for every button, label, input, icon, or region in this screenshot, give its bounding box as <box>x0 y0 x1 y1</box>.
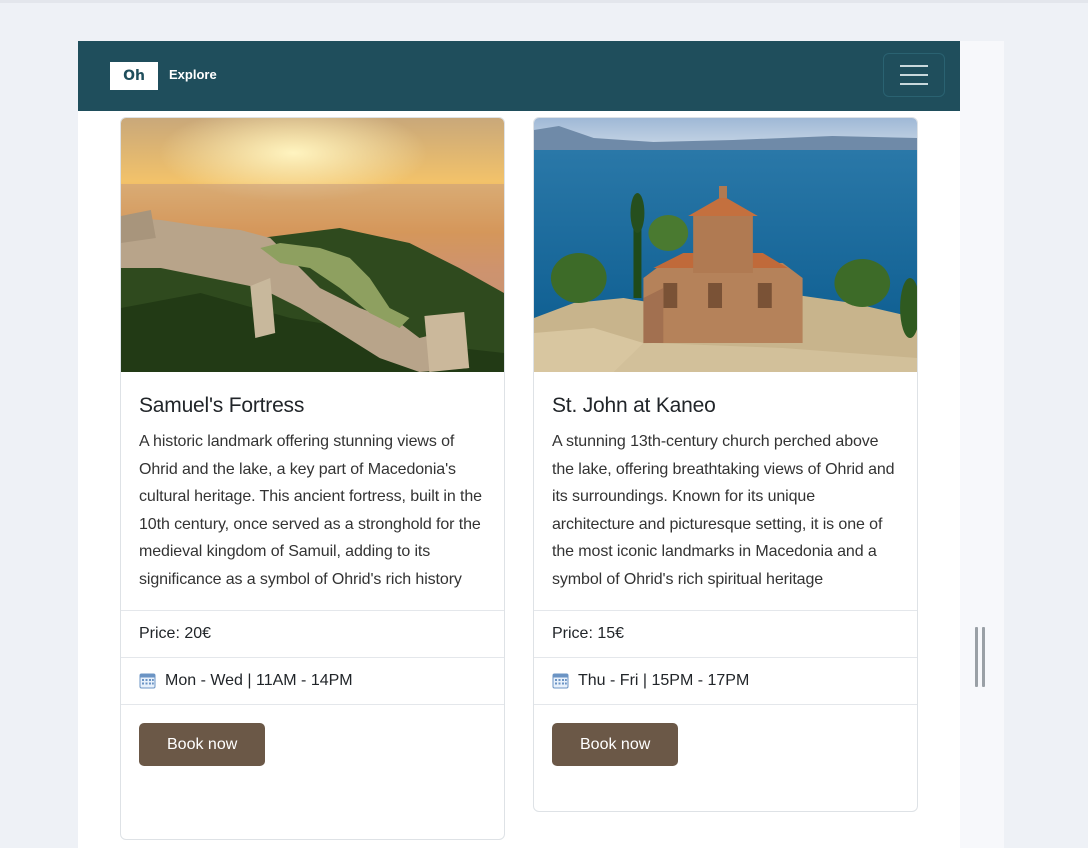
resize-handle-bar <box>982 627 985 687</box>
resize-handle-bar <box>975 627 978 687</box>
navbar: Oh Explore <box>78 41 960 111</box>
price-item: Price: 20€ <box>121 609 504 657</box>
calendar-icon <box>552 673 569 689</box>
menu-toggle-button[interactable] <box>883 53 945 97</box>
attraction-card-st-john-kaneo: St. John at Kaneo A stunning 13th-centur… <box>533 117 918 812</box>
card-description: A historic landmark offering stunning vi… <box>139 433 482 588</box>
schedule-text: Mon - Wed | 11AM - 14PM <box>165 671 353 689</box>
price-text: Price: 15€ <box>552 624 625 642</box>
attraction-card-samuels-fortress: Samuel's Fortress A historic landmark of… <box>120 117 505 840</box>
card-body: St. John at Kaneo A stunning 13th-centur… <box>534 372 917 610</box>
brand-logo[interactable]: Oh <box>110 62 158 90</box>
book-now-button[interactable]: Book now <box>552 722 679 766</box>
top-border <box>0 0 1088 3</box>
calendar-icon <box>139 673 156 689</box>
book-now-button[interactable]: Book now <box>139 722 266 766</box>
price-item: Price: 15€ <box>534 609 917 657</box>
page-frame: Oh Explore Samuel's Fortress A historic … <box>78 41 1004 848</box>
hamburger-menu-icon-bar <box>900 83 928 85</box>
church-image <box>534 118 917 372</box>
card-title: Samuel's Fortress <box>139 394 305 417</box>
card-footer: Book now <box>121 703 504 784</box>
schedule-text: Thu - Fri | 15PM - 17PM <box>578 671 750 689</box>
page-content: Oh Explore Samuel's Fortress A historic … <box>78 41 960 848</box>
fortress-image <box>121 118 504 372</box>
hamburger-menu-icon <box>900 65 928 67</box>
resize-handle[interactable] <box>973 627 987 687</box>
card-body: Samuel's Fortress A historic landmark of… <box>121 372 504 610</box>
card-footer: Book now <box>534 703 917 784</box>
card-description: A stunning 13th-century church perched a… <box>552 433 895 588</box>
price-text: Price: 20€ <box>139 624 212 642</box>
card-title: St. John at Kaneo <box>552 394 716 417</box>
hamburger-menu-icon-bar <box>900 74 928 76</box>
brand-text[interactable]: Explore <box>169 65 217 85</box>
schedule-item: Thu - Fri | 15PM - 17PM <box>534 656 917 704</box>
schedule-item: Mon - Wed | 11AM - 14PM <box>121 656 504 704</box>
